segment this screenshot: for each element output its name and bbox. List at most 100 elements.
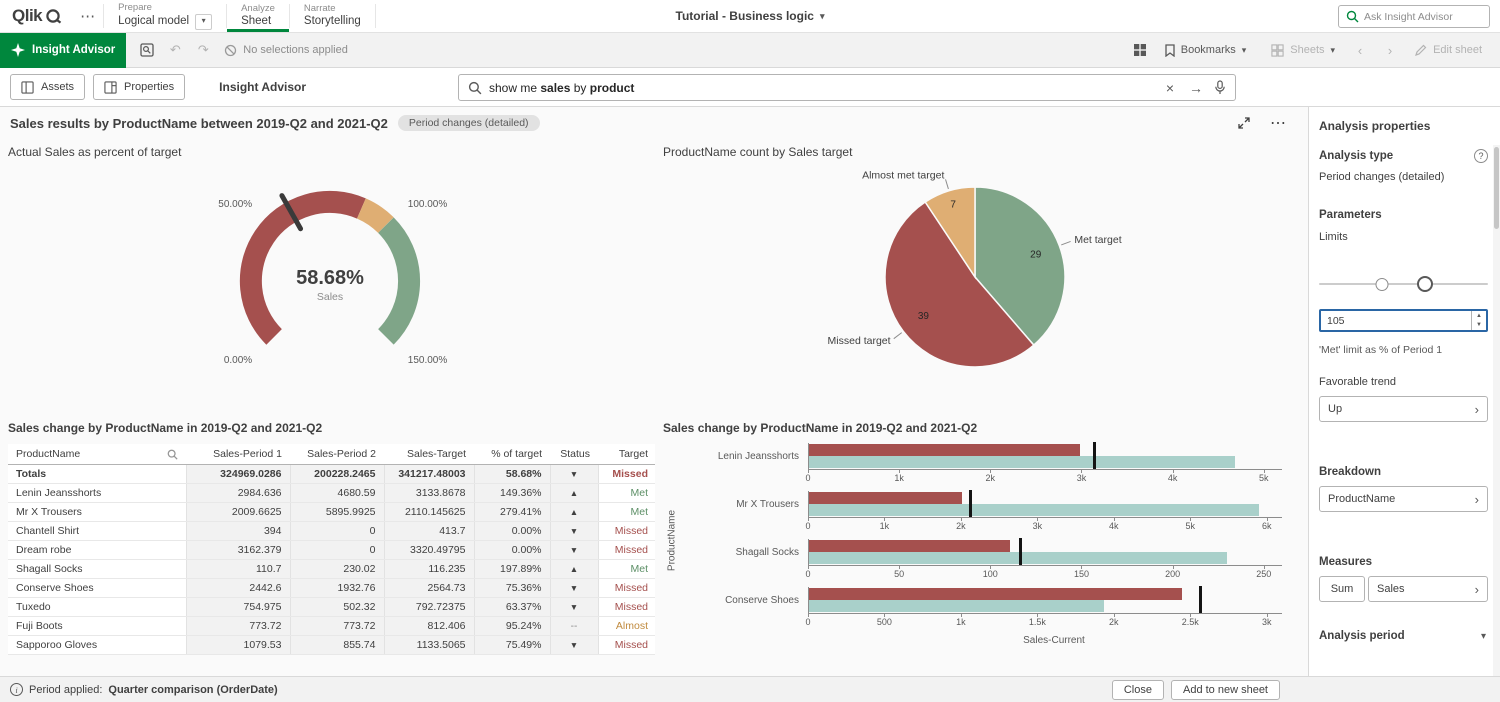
insight-search-box[interactable]: show me sales by product × → — [458, 74, 1236, 101]
comparison-table[interactable]: Sales change by ProductName in 2019-Q2 a… — [0, 415, 655, 676]
nav-analyze[interactable]: Analyze Sheet — [227, 0, 289, 32]
axis-tick: 150 — [1081, 566, 1082, 569]
microphone-icon[interactable] — [1214, 80, 1226, 95]
table-cell: 0 — [290, 541, 384, 560]
table-cell: ▼ — [550, 636, 598, 655]
slider-handle-low[interactable] — [1376, 278, 1389, 291]
breakdown-dropdown[interactable]: ProductName › — [1319, 486, 1488, 512]
nav-narrate[interactable]: Narrate Storytelling — [290, 0, 375, 32]
properties-button[interactable]: Properties — [93, 74, 185, 100]
step-forward-icon[interactable]: ↷ — [190, 37, 216, 63]
app-topbar: Qlik ⋯ Prepare Logical model ▾ Analyze S… — [0, 0, 1500, 33]
selections-tool-icon[interactable] — [134, 37, 160, 63]
axis-tick: 0 — [808, 518, 809, 521]
column-header[interactable]: Target — [598, 444, 655, 465]
sheets-menu[interactable]: Sheets ▾ — [1263, 44, 1343, 57]
table-row[interactable]: Lenin Jeansshorts2984.6364680.593133.867… — [8, 484, 655, 503]
met-limit-spinner[interactable]: ▲▼ — [1319, 309, 1488, 332]
step-down-icon[interactable]: ▼ — [1476, 321, 1482, 330]
table-cell: Met — [598, 484, 655, 503]
period2-bar[interactable] — [809, 600, 1104, 612]
pie-label-leader — [894, 333, 902, 339]
aggregation-dropdown[interactable]: Sum — [1319, 576, 1365, 602]
panel-scrollbar[interactable] — [1493, 145, 1500, 676]
search-query-text[interactable]: show me sales by product — [489, 81, 1155, 95]
submit-search-icon[interactable]: → — [1185, 80, 1207, 96]
table-row[interactable]: Fuji Boots773.72773.72812.40695.24%--Alm… — [8, 617, 655, 636]
help-icon[interactable]: ? — [1474, 149, 1488, 163]
gauge-tick-label: 0.00% — [224, 355, 252, 366]
column-header[interactable]: ProductName — [8, 444, 186, 465]
gauge-tick-label: 50.00% — [218, 199, 252, 210]
nav-item-label: Storytelling — [304, 14, 361, 29]
x-axis: 01k2k3k4k5k — [808, 469, 1282, 484]
chevron-down-icon[interactable]: ▾ — [1481, 631, 1486, 642]
period2-bar[interactable] — [809, 456, 1235, 468]
add-to-new-sheet-button[interactable]: Add to new sheet — [1171, 680, 1280, 700]
period1-bar[interactable] — [809, 492, 962, 504]
column-header[interactable]: Sales-Period 2 — [290, 444, 384, 465]
favorable-trend-dropdown[interactable]: Up › — [1319, 396, 1488, 422]
app-title-selector[interactable]: Tutorial - Business logic ▾ — [676, 0, 825, 32]
axis-tick-label: 5k — [1185, 521, 1195, 531]
table-row[interactable]: Mr X Trousers2009.66255895.99252110.1456… — [8, 503, 655, 522]
table-row[interactable]: Conserve Shoes2442.61932.762564.7375.36%… — [8, 579, 655, 598]
step-back-icon[interactable]: ↶ — [162, 37, 188, 63]
logical-model-dropdown-icon[interactable]: ▾ — [195, 14, 212, 30]
column-header[interactable]: Sales-Period 1 — [186, 444, 290, 465]
table-cell: 1932.76 — [290, 579, 384, 598]
nav-prepare[interactable]: Prepare Logical model ▾ — [104, 0, 226, 32]
expand-icon[interactable] — [1238, 117, 1250, 129]
insight-advisor-button[interactable]: Insight Advisor — [0, 33, 126, 68]
table-row[interactable]: Shagall Socks110.7230.02116.235197.89%▲M… — [8, 560, 655, 579]
nav-section-label: Narrate — [304, 3, 361, 14]
table-row[interactable]: Sapporoo Gloves1079.53855.741133.506575.… — [8, 636, 655, 655]
table-totals-row[interactable]: Totals324969.0286200228.2465341217.48003… — [8, 465, 655, 484]
previous-sheet-icon[interactable]: ‹ — [1347, 37, 1373, 63]
table-row[interactable]: Tuxedo754.975502.32792.7237563.37%▼Misse… — [8, 598, 655, 617]
axis-tick-label: 50 — [894, 569, 904, 579]
clear-search-icon[interactable]: × — [1162, 80, 1178, 96]
analysis-type-badge[interactable]: Period changes (detailed) — [398, 115, 540, 131]
measure-field-dropdown[interactable]: Sales › — [1368, 576, 1488, 602]
table-cell: 0.00% — [474, 541, 550, 560]
column-header[interactable]: % of target — [474, 444, 550, 465]
period2-bar[interactable] — [809, 552, 1227, 564]
close-button[interactable]: Close — [1112, 680, 1164, 700]
table-row[interactable]: Chantell Shirt3940413.70.00%▼Missed — [8, 522, 655, 541]
stepper-buttons[interactable]: ▲▼ — [1471, 311, 1486, 330]
table-row[interactable]: Dream robe3162.37903320.497950.00%▼Misse… — [8, 541, 655, 560]
more-menu-button[interactable]: ⋯ — [72, 0, 103, 32]
table-cell: 754.975 — [186, 598, 290, 617]
qlik-logo[interactable]: Qlik — [0, 0, 72, 32]
gauge-chart[interactable]: Actual Sales as percent of target 0.00%5… — [0, 139, 655, 415]
bookmarks-menu[interactable]: Bookmarks ▾ — [1157, 44, 1255, 57]
bullet-chart[interactable]: Sales change by ProductName in 2019-Q2 a… — [655, 415, 1308, 676]
met-limit-input[interactable] — [1321, 311, 1471, 330]
period1-bar[interactable] — [809, 540, 1010, 552]
next-sheet-icon[interactable]: › — [1377, 37, 1403, 63]
period2-bar[interactable] — [809, 504, 1259, 516]
column-header[interactable]: Status — [550, 444, 598, 465]
x-axis: 01k2k3k4k5k6k — [808, 517, 1282, 532]
edit-sheet-button[interactable]: Edit sheet — [1407, 44, 1490, 56]
period1-bar[interactable] — [809, 588, 1182, 600]
ask-insight-advisor-input[interactable] — [1364, 11, 1482, 23]
pie-chart[interactable]: ProductName count by Sales target 29Met … — [655, 139, 1308, 415]
period1-bar[interactable] — [809, 444, 1080, 456]
scrollbar-thumb[interactable] — [1494, 147, 1499, 229]
table-cell: 116.235 — [384, 560, 474, 579]
sheet-overview-icon[interactable] — [1127, 37, 1153, 63]
limits-slider[interactable] — [1319, 276, 1488, 293]
nav-section-label: Prepare — [118, 2, 212, 13]
slider-track — [1319, 283, 1488, 285]
chevron-right-icon: › — [1475, 582, 1479, 597]
search-icon — [468, 81, 482, 95]
column-search-icon[interactable] — [167, 449, 178, 460]
ask-insight-advisor-search[interactable] — [1338, 5, 1490, 28]
step-up-icon[interactable]: ▲ — [1476, 312, 1482, 321]
assets-button[interactable]: Assets — [10, 74, 85, 100]
column-header[interactable]: Sales-Target — [384, 444, 474, 465]
slider-handle-high[interactable] — [1417, 276, 1433, 292]
chart-more-menu-icon[interactable]: ⋯ — [1270, 113, 1286, 133]
